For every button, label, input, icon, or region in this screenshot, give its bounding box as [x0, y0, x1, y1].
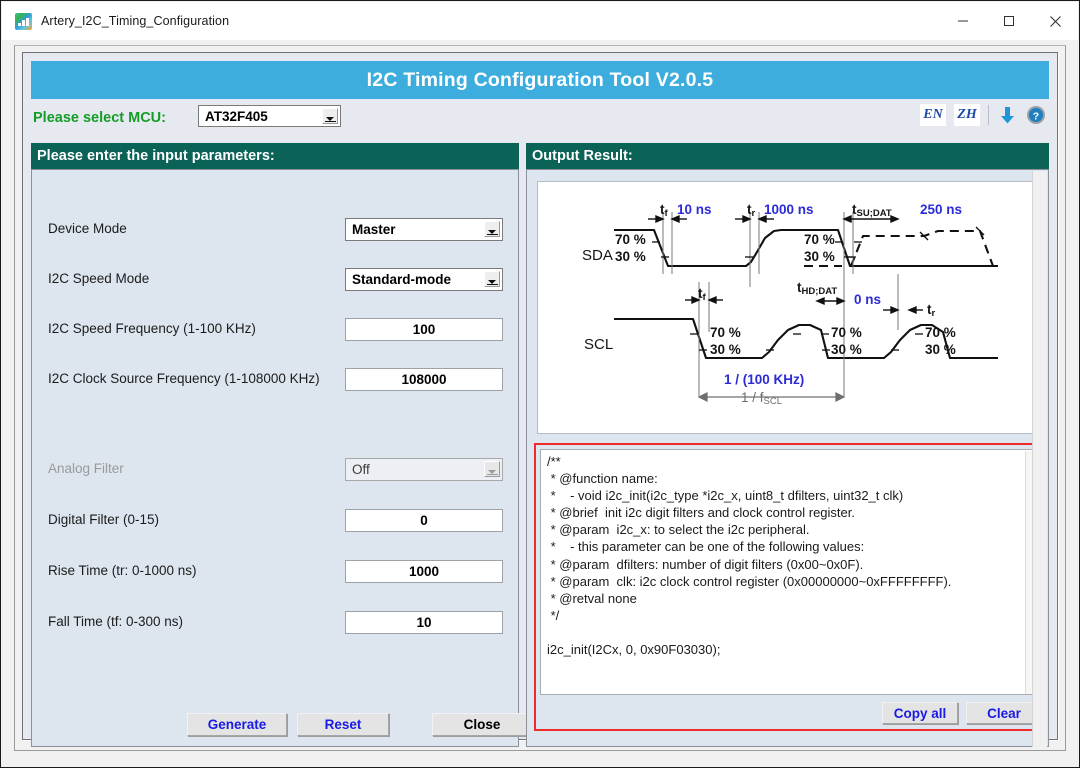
- client-area: I2C Timing Configuration Tool V2.0.5 Ple…: [14, 45, 1066, 751]
- fall-time-input[interactable]: 10: [345, 611, 503, 634]
- artery-logo-icon: [15, 12, 32, 30]
- output-result-frame: /** * @function name: * - void i2c_init(…: [534, 443, 1042, 731]
- title-bar: Artery_I2C_Timing_Configuration: [2, 2, 1078, 40]
- clock-source-frequency-input[interactable]: 108000: [345, 368, 503, 391]
- application-window: Artery_I2C_Timing_Configuration I2C Timi…: [0, 0, 1080, 768]
- svg-text:tHD;DAT: tHD;DAT: [797, 280, 837, 297]
- svg-text:70 %: 70 %: [804, 232, 835, 247]
- svg-text:30 %: 30 %: [804, 249, 835, 264]
- speed-mode-value: Standard-mode: [352, 272, 452, 287]
- svg-text:30 %: 30 %: [831, 342, 862, 357]
- field-label: Fall Time (tf: 0-300 ns): [48, 614, 184, 629]
- field-label: Device Mode: [48, 221, 127, 236]
- digital-filter-input[interactable]: 0: [345, 509, 503, 532]
- generate-button[interactable]: Generate: [187, 713, 287, 736]
- output-panel-body: SDA SCL 70 % 30 % 70 % 30 % 70 % 30 % 70…: [526, 169, 1049, 747]
- field-label: Analog Filter: [48, 461, 124, 476]
- device-mode-value: Master: [352, 222, 396, 237]
- svg-text:70 %: 70 %: [831, 325, 862, 340]
- svg-text:SDA: SDA: [582, 247, 613, 264]
- svg-text:SCL: SCL: [584, 336, 613, 353]
- output-panel-scrollbar[interactable]: [1032, 171, 1047, 747]
- speed-frequency-input[interactable]: 100: [345, 318, 503, 341]
- field-row-analog-filter: Analog Filter Off: [32, 458, 520, 484]
- svg-text:tf: tf: [698, 286, 707, 303]
- field-label: Digital Filter (0-15): [48, 512, 160, 527]
- mcu-select[interactable]: AT32F405: [198, 105, 341, 127]
- generated-code-area[interactable]: /** * @function name: * - void i2c_init(…: [540, 449, 1034, 695]
- field-label: I2C Clock Source Frequency (1-108000 KHz…: [48, 371, 320, 386]
- field-row-rise-time: Rise Time (tr: 0-1000 ns) 1000: [32, 560, 520, 586]
- svg-text:70 %: 70 %: [615, 232, 646, 247]
- rise-time-input[interactable]: 1000: [345, 560, 503, 583]
- window-title: Artery_I2C_Timing_Configuration: [41, 14, 230, 28]
- reset-button[interactable]: Reset: [297, 713, 389, 736]
- lang-zh-button[interactable]: ZH: [954, 104, 980, 126]
- dialog-surface: I2C Timing Configuration Tool V2.0.5 Ple…: [22, 52, 1058, 747]
- toolbar: EN ZH ?: [920, 104, 1047, 126]
- page-title: I2C Timing Configuration Tool V2.0.5: [31, 61, 1049, 99]
- clear-button[interactable]: Clear: [966, 702, 1042, 724]
- chevron-down-icon[interactable]: [322, 108, 338, 124]
- field-label: I2C Speed Frequency (1-100 KHz): [48, 321, 256, 336]
- mcu-select-value: AT32F405: [205, 108, 268, 124]
- svg-text:70 %: 70 %: [710, 325, 741, 340]
- field-row-device-mode: Device Mode Master: [32, 218, 520, 244]
- output-panel-header: Output Result:: [526, 143, 1049, 169]
- field-row-speed-frequency: I2C Speed Frequency (1-100 KHz) 100: [32, 318, 520, 344]
- field-row-clock-source-frequency: I2C Clock Source Frequency (1-108000 KHz…: [32, 368, 520, 394]
- chevron-down-icon[interactable]: [484, 221, 500, 237]
- svg-text:1 / fSCL: 1 / fSCL: [741, 390, 782, 407]
- svg-text:250 ns: 250 ns: [920, 202, 962, 217]
- svg-text:tSU;DAT: tSU;DAT: [852, 202, 892, 219]
- svg-text:70 %: 70 %: [925, 325, 956, 340]
- maximize-icon[interactable]: [986, 2, 1032, 40]
- mcu-label: Please select MCU:: [33, 110, 166, 126]
- close-icon[interactable]: [1032, 2, 1078, 40]
- minimize-icon[interactable]: [940, 2, 986, 40]
- svg-text:30 %: 30 %: [710, 342, 741, 357]
- svg-text:tr: tr: [927, 302, 936, 319]
- window-controls: [940, 2, 1078, 40]
- svg-text:30 %: 30 %: [925, 342, 956, 357]
- speed-mode-select[interactable]: Standard-mode: [345, 268, 503, 291]
- download-arrow-icon[interactable]: [997, 104, 1017, 126]
- svg-text:30 %: 30 %: [615, 249, 646, 264]
- copy-all-button[interactable]: Copy all: [882, 702, 958, 724]
- field-row-fall-time: Fall Time (tf: 0-300 ns) 10: [32, 611, 520, 637]
- i2c-timing-diagram: SDA SCL 70 % 30 % 70 % 30 % 70 % 30 % 70…: [537, 181, 1037, 434]
- lang-en-button[interactable]: EN: [920, 104, 946, 126]
- generated-code-text: /** * @function name: * - void i2c_init(…: [547, 454, 952, 658]
- analog-filter-value: Off: [352, 462, 370, 477]
- device-mode-select[interactable]: Master: [345, 218, 503, 241]
- svg-text:?: ?: [1033, 111, 1039, 123]
- code-scrollbar[interactable]: [1025, 451, 1032, 694]
- chevron-down-icon[interactable]: [484, 271, 500, 287]
- svg-text:1 / (100 KHz): 1 / (100 KHz): [724, 372, 804, 387]
- svg-text:0 ns: 0 ns: [854, 292, 881, 307]
- svg-text:10 ns: 10 ns: [677, 202, 712, 217]
- input-panel-header: Please enter the input parameters:: [31, 143, 519, 169]
- svg-text:tr: tr: [747, 202, 756, 219]
- help-question-icon[interactable]: ?: [1025, 104, 1047, 126]
- svg-text:1000 ns: 1000 ns: [764, 202, 814, 217]
- field-label: I2C Speed Mode: [48, 271, 150, 286]
- svg-text:tf: tf: [660, 202, 669, 219]
- field-label: Rise Time (tr: 0-1000 ns): [48, 563, 197, 578]
- field-row-digital-filter: Digital Filter (0-15) 0: [32, 509, 520, 535]
- mcu-select-row: Please select MCU: AT32F405 EN ZH ?: [31, 104, 1049, 137]
- field-row-speed-mode: I2C Speed Mode Standard-mode: [32, 268, 520, 294]
- chevron-down-icon: [484, 461, 500, 477]
- close-button[interactable]: Close: [432, 713, 532, 736]
- analog-filter-select: Off: [345, 458, 503, 481]
- input-panel-body: Device Mode Master I2C Speed Mode Standa…: [31, 169, 532, 747]
- toolbar-divider: [988, 105, 989, 125]
